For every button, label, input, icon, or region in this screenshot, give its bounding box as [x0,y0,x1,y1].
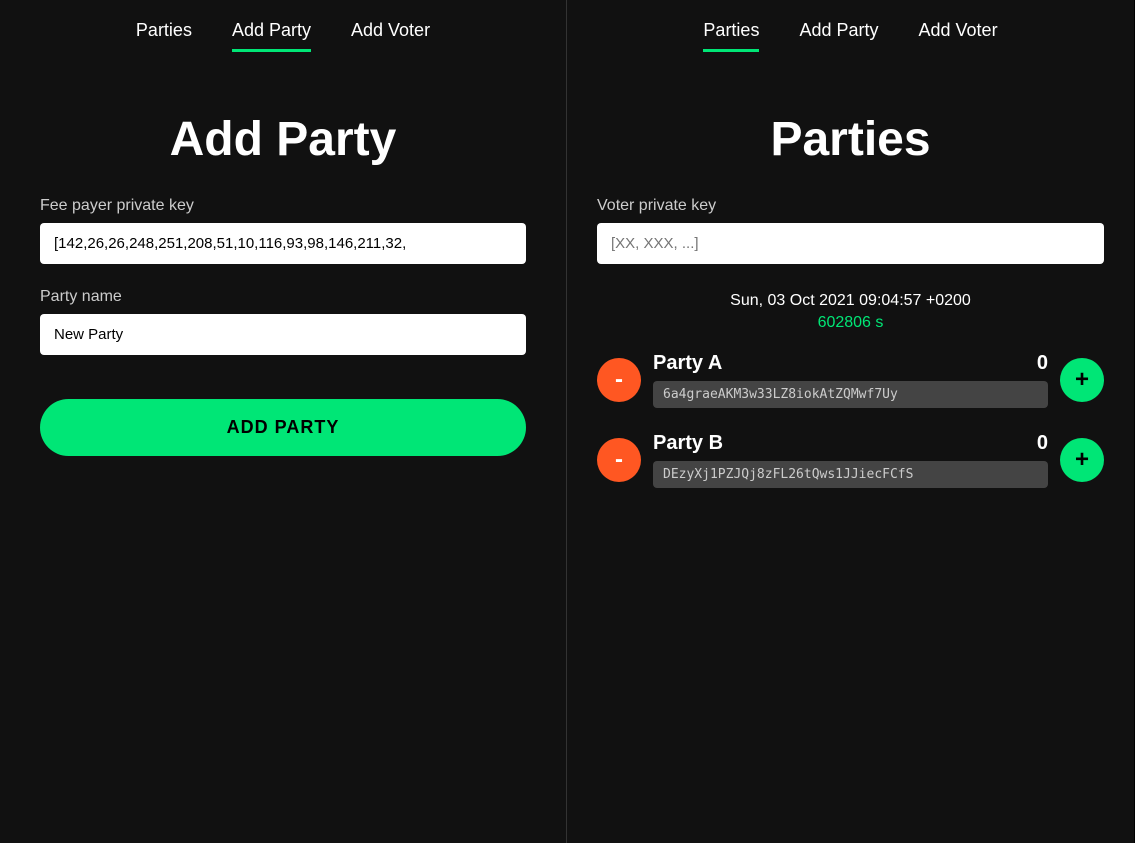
left-nav: Parties Add Party Add Voter [0,0,566,52]
party-name-label: Party name [40,288,526,306]
fee-payer-label: Fee payer private key [40,197,526,215]
party-a-address: 6a4graeAKM3w33LZ8iokAtZQMwf7Uy [653,381,1048,408]
voter-key-label: Voter private key [597,197,1104,215]
party-b-minus-button[interactable]: - [597,438,641,482]
party-b-count: 0 [1037,432,1048,455]
party-a-minus-button[interactable]: - [597,358,641,402]
timer-text: 602806 s [730,314,971,332]
party-a-plus-button[interactable]: + [1060,358,1104,402]
nav-item-parties-right[interactable]: Parties [703,20,759,52]
party-a-info: Party A 0 6a4graeAKM3w33LZ8iokAtZQMwf7Uy [653,352,1048,408]
nav-item-add-party-left[interactable]: Add Party [232,20,311,52]
right-page-title: Parties [770,112,930,167]
voter-key-input[interactable] [597,223,1104,264]
nav-item-add-voter-left[interactable]: Add Voter [351,20,430,52]
party-card-a: - Party A 0 6a4graeAKM3w33LZ8iokAtZQMwf7… [567,352,1134,408]
party-b-address: DEzyXj1PZJQj8zFL26tQws1JJiecFCfS [653,461,1048,488]
datetime-text: Sun, 03 Oct 2021 09:04:57 +0200 [730,292,971,310]
nav-item-add-voter-right[interactable]: Add Voter [919,20,998,52]
voter-key-section: Voter private key [567,197,1134,264]
add-party-form: Fee payer private key Party name ADD PAR… [0,197,566,456]
fee-payer-input[interactable] [40,223,526,264]
left-page-title: Add Party [170,112,397,167]
party-a-count: 0 [1037,352,1048,375]
datetime-section: Sun, 03 Oct 2021 09:04:57 +0200 602806 s [730,292,971,332]
party-name-input[interactable] [40,314,526,355]
party-a-name: Party A [653,352,722,375]
party-card-b: - Party B 0 DEzyXj1PZJQj8zFL26tQws1JJiec… [567,432,1134,488]
left-panel: Parties Add Party Add Voter Add Party Fe… [0,0,567,843]
party-b-name: Party B [653,432,723,455]
add-party-button[interactable]: ADD PARTY [40,399,526,456]
nav-item-add-party-right[interactable]: Add Party [799,20,878,52]
nav-item-parties-left[interactable]: Parties [136,20,192,52]
party-b-plus-button[interactable]: + [1060,438,1104,482]
right-nav: Parties Add Party Add Voter [567,0,1134,52]
right-panel: Parties Add Party Add Voter Parties Vote… [567,0,1134,843]
party-b-info: Party B 0 DEzyXj1PZJQj8zFL26tQws1JJiecFC… [653,432,1048,488]
